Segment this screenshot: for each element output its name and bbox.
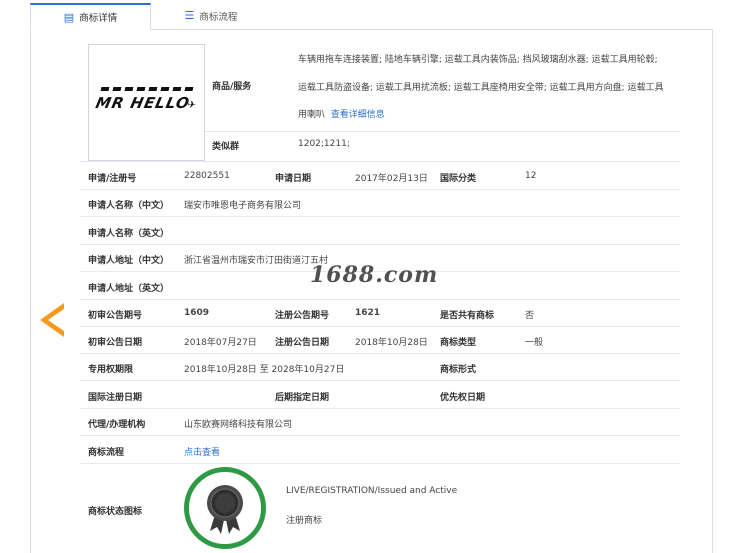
applicant-en-label: 申请人名称（英文）	[88, 229, 170, 239]
reg-date-label: 注册公告日期	[275, 338, 330, 348]
agent-value: 山东欧赛网络科技有限公司	[184, 420, 293, 430]
divider	[80, 353, 680, 354]
status-text-cn: 注册商标	[286, 516, 323, 526]
address-cn-label: 申请人地址（中文）	[88, 256, 170, 266]
reg-issue-value: 1621	[355, 308, 381, 318]
list-icon: ☰	[184, 9, 195, 22]
intl-class-label: 国际分类	[440, 174, 477, 184]
reg-no-value: 22802551	[184, 171, 230, 181]
exclusive-value: 2018年10月28日 至 2028年10月27日	[184, 365, 345, 375]
goods-label: 商品/服务	[212, 82, 252, 92]
prelim-issue-label: 初审公告期号	[88, 311, 143, 321]
address-en-label: 申请人地址（英文）	[88, 284, 170, 294]
apply-date-value: 2017年02月13日	[355, 174, 428, 184]
tm-type-label: 商标类型	[440, 338, 477, 348]
shared-label: 是否共有商标	[440, 311, 495, 321]
reg-date-value: 2018年10月28日	[355, 338, 428, 348]
process-label: 商标流程	[88, 448, 125, 458]
award-ribbon-icon	[207, 485, 243, 534]
process-view-link[interactable]: 点击查看	[184, 445, 220, 458]
agent-label: 代理/办理机构	[88, 420, 146, 430]
divider	[80, 408, 680, 409]
prelim-date-label: 初审公告日期	[88, 338, 143, 348]
divider	[80, 244, 680, 245]
goods-services-text: 车辆用拖车连接装置; 陆地车辆引擎; 运载工具内装饰品; 挡风玻璃刮水器; 运载…	[298, 55, 664, 120]
status-label: 商标状态图标	[88, 507, 143, 517]
divider	[80, 299, 680, 300]
trademark-logo-image: MR HELLO✈	[88, 44, 205, 161]
view-details-link[interactable]: 查看详细信息	[331, 110, 385, 120]
similar-group-label: 类似群	[212, 142, 240, 152]
divider	[80, 326, 680, 327]
exclusive-label: 专用权期限	[88, 365, 134, 375]
divider	[80, 435, 680, 436]
prelim-date-value: 2018年07月27日	[184, 338, 257, 348]
tab-label: 商标流程	[199, 11, 238, 23]
later-date-label: 后期指定日期	[275, 393, 330, 403]
divider	[80, 216, 680, 217]
tab-label: 商标详情	[79, 13, 118, 24]
divider	[80, 161, 680, 162]
reg-no-label: 申请/注册号	[88, 174, 137, 184]
divider	[205, 131, 680, 132]
tab-bar: ▤ 商标详情 ☰ 商标流程	[30, 3, 713, 30]
tm-form-label: 商标形式	[440, 365, 477, 375]
divider	[80, 380, 680, 381]
status-text-en: LIVE/REGISTRATION/Issued and Active	[286, 486, 458, 496]
priority-date-label: 优先权日期	[440, 393, 486, 403]
applicant-cn-label: 申请人名称（中文）	[88, 201, 170, 211]
intl-reg-date-label: 国际注册日期	[88, 393, 143, 403]
previous-arrow-icon[interactable]	[40, 303, 64, 337]
tab-trademark-details[interactable]: ▤ 商标详情	[30, 3, 151, 30]
trademark-logo: MR HELLO✈	[93, 93, 198, 112]
similar-group-value: 1202;1211;	[298, 139, 350, 149]
reg-issue-label: 注册公告期号	[275, 311, 330, 321]
applicant-cn-value: 瑞安市唯恩电子商务有限公司	[184, 201, 302, 211]
prelim-issue-value: 1609	[184, 308, 210, 318]
apply-date-label: 申请日期	[275, 174, 312, 184]
tab-trademark-process[interactable]: ☰ 商标流程	[151, 2, 271, 29]
site-watermark: 1688.com	[310, 262, 439, 288]
divider	[80, 189, 680, 190]
shared-value: 否	[525, 311, 535, 321]
document-icon: ▤	[63, 10, 75, 24]
registered-status-badge	[184, 467, 266, 549]
divider	[80, 463, 680, 464]
intl-class-value: 12	[525, 171, 537, 181]
address-cn-value: 浙江省温州市瑞安市汀田街道汀五村	[184, 256, 329, 266]
tm-type-value: 一般	[525, 338, 544, 348]
